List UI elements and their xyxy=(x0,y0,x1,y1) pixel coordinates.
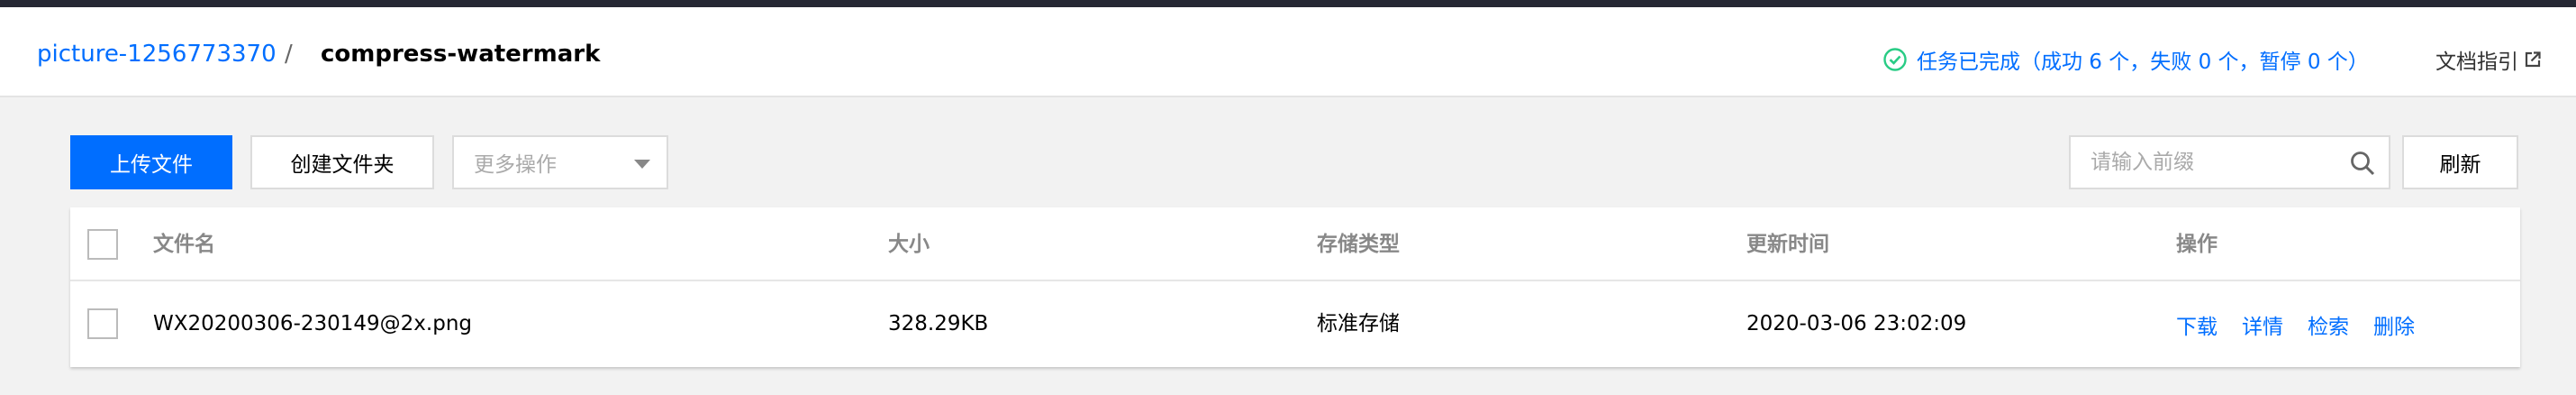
more-actions-label: 更多操作 xyxy=(474,153,557,177)
column-header-size: 大小 xyxy=(888,233,930,256)
table-row: WX20200306-230149@2x.png 328.29KB 标准存储 2… xyxy=(70,281,2520,367)
task-status-text: 任务已完成（成功 6 个，失败 0 个，暂停 0 个） xyxy=(1917,51,2369,74)
refresh-button[interactable]: 刷新 xyxy=(2402,135,2518,189)
download-link[interactable]: 下载 xyxy=(2176,309,2218,340)
file-table: 文件名 大小 存储类型 更新时间 操作 WX20200306-230149@2x… xyxy=(70,207,2520,367)
retrieve-link[interactable]: 检索 xyxy=(2308,309,2349,340)
search-icon[interactable] xyxy=(2349,150,2376,177)
row-checkbox[interactable] xyxy=(87,308,118,339)
column-header-name: 文件名 xyxy=(153,233,215,256)
column-header-actions: 操作 xyxy=(2176,233,2218,256)
more-actions-select[interactable]: 更多操作 xyxy=(452,135,668,189)
chevron-down-icon xyxy=(634,160,650,169)
column-header-updated: 更新时间 xyxy=(1746,233,1829,256)
page-header: picture-1256773370 / compress-watermark … xyxy=(0,7,2576,97)
prefix-search-box[interactable] xyxy=(2069,135,2390,189)
check-circle-icon xyxy=(1883,48,1907,71)
column-header-storage-class: 存储类型 xyxy=(1317,233,1400,256)
create-folder-button[interactable]: 创建文件夹 xyxy=(250,135,434,189)
top-bar xyxy=(0,0,2576,7)
row-actions: 下载 详情 检索 删除 xyxy=(2176,281,2439,367)
breadcrumb-separator: / xyxy=(285,41,293,68)
task-status[interactable]: 任务已完成（成功 6 个，失败 0 个，暂停 0 个） xyxy=(1882,45,2369,74)
doc-guide-link[interactable]: 文档指引 xyxy=(2435,45,2542,74)
breadcrumb-current-folder: compress-watermark xyxy=(321,41,601,68)
delete-link[interactable]: 删除 xyxy=(2373,309,2415,340)
doc-guide-label: 文档指引 xyxy=(2435,51,2518,74)
file-name[interactable]: WX20200306-230149@2x.png xyxy=(153,281,472,367)
prefix-search-input[interactable] xyxy=(2071,137,2341,188)
external-link-icon xyxy=(2525,51,2541,68)
select-all-checkbox[interactable] xyxy=(87,229,118,260)
details-link[interactable]: 详情 xyxy=(2242,309,2283,340)
table-header: 文件名 大小 存储类型 更新时间 操作 xyxy=(70,207,2520,281)
updated-time: 2020-03-06 23:02:09 xyxy=(1746,312,1967,335)
file-size: 328.29KB xyxy=(888,312,989,335)
breadcrumb-bucket-link[interactable]: picture-1256773370 xyxy=(37,40,277,69)
storage-class: 标准存储 xyxy=(1317,312,1400,335)
upload-file-button[interactable]: 上传文件 xyxy=(70,135,232,189)
